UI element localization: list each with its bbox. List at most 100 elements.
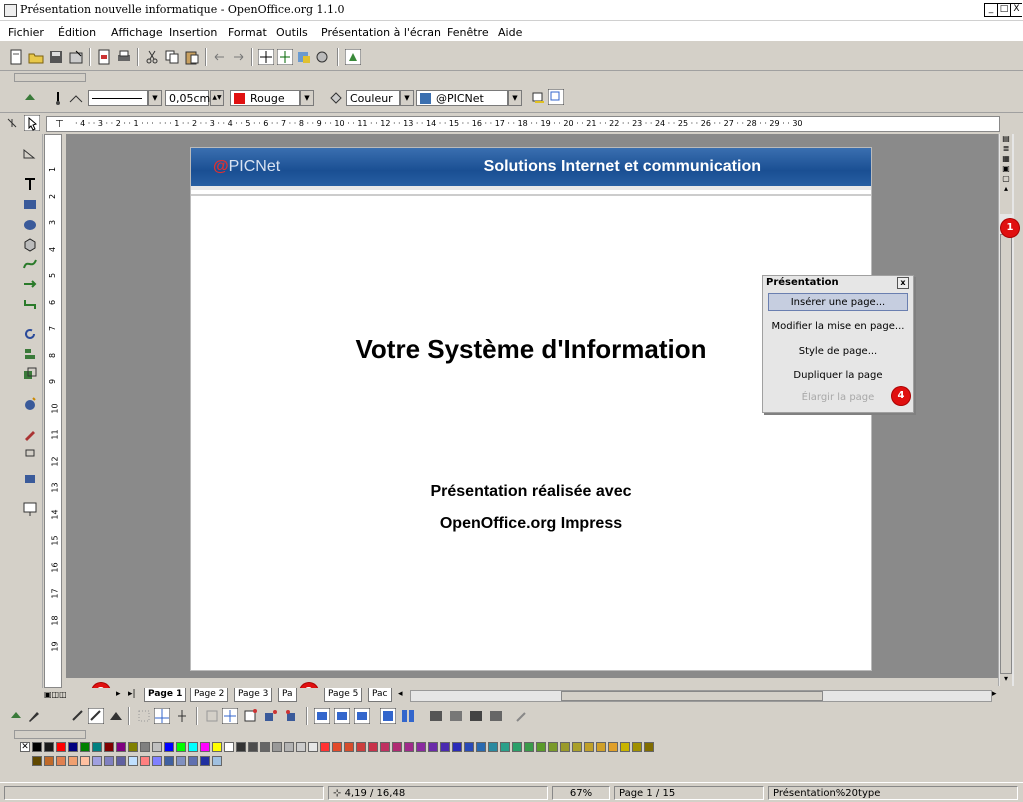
palette-color-swatch[interactable]: [260, 742, 270, 752]
quality-bw-icon[interactable]: [468, 708, 484, 724]
palette-color-swatch[interactable]: [92, 756, 102, 766]
undo-icon[interactable]: [212, 49, 228, 65]
menu-item-style-de-page[interactable]: Style de page...: [768, 343, 908, 361]
palette-color-swatch[interactable]: [464, 742, 474, 752]
palette-color-swatch[interactable]: [80, 756, 90, 766]
line-style-dropdown-button[interactable]: ▼: [148, 90, 162, 106]
slide-subtitle-2[interactable]: OpenOffice.org Impress: [191, 515, 871, 533]
menu-insertion[interactable]: Insertion: [169, 26, 217, 39]
line-color-select[interactable]: Rouge: [230, 90, 300, 106]
palette-color-swatch[interactable]: [320, 742, 330, 752]
palette-color-swatch[interactable]: [128, 756, 138, 766]
status-zoom[interactable]: 67%: [552, 786, 610, 800]
guides-icon[interactable]: [174, 708, 190, 724]
palette-color-swatch[interactable]: [368, 742, 378, 752]
curve-tool-icon[interactable]: [22, 256, 38, 272]
palette-color-swatch[interactable]: [308, 742, 318, 752]
interaction-tool-icon[interactable]: [22, 446, 38, 462]
menu-item-modifier-mise-en-page[interactable]: Modifier la mise en page...: [768, 318, 908, 336]
menu-item-dupliquer-page[interactable]: Dupliquer la page: [768, 367, 908, 385]
minimize-button[interactable]: _: [984, 3, 998, 17]
edit-file-icon[interactable]: [68, 49, 84, 65]
shadow-icon[interactable]: [530, 90, 546, 106]
palette-color-swatch[interactable]: [56, 742, 66, 752]
palette-color-swatch[interactable]: [176, 742, 186, 752]
palette-color-swatch[interactable]: [596, 742, 606, 752]
palette-color-swatch[interactable]: [548, 742, 558, 752]
scroll-down-arrow[interactable]: ▾: [1000, 674, 1012, 686]
palette-color-swatch[interactable]: [560, 742, 570, 752]
palette-color-swatch[interactable]: [164, 756, 174, 766]
palette-color-swatch[interactable]: [392, 742, 402, 752]
navigator-icon[interactable]: [277, 49, 293, 65]
snap-lines-icon[interactable]: [154, 708, 170, 724]
area-fill-bucket-icon[interactable]: [328, 90, 344, 106]
connector-tool-icon[interactable]: [22, 296, 38, 312]
export-pdf-icon[interactable]: [96, 49, 112, 65]
line-tool-icon[interactable]: [22, 276, 38, 292]
palette-color-swatch[interactable]: [32, 756, 42, 766]
crop-icon[interactable]: [88, 708, 104, 724]
zoom-tool-icon[interactable]: [22, 146, 38, 162]
palette-color-swatch[interactable]: [212, 756, 222, 766]
palette-color-swatch[interactable]: [44, 742, 54, 752]
menu-presentation-ecran[interactable]: Présentation à l'écran: [321, 26, 441, 39]
palette-color-swatch[interactable]: [116, 742, 126, 752]
palette-color-swatch[interactable]: [68, 742, 78, 752]
print-icon[interactable]: [116, 49, 132, 65]
tab-page-6[interactable]: Pac: [368, 688, 392, 702]
app-icon[interactable]: [4, 4, 17, 17]
line-width-spinner[interactable]: ▲▼: [210, 90, 224, 106]
redo-icon[interactable]: [230, 49, 246, 65]
snap-points-icon[interactable]: [262, 708, 278, 724]
tab-page-2[interactable]: Page 2: [190, 688, 229, 702]
palette-color-swatch[interactable]: [428, 742, 438, 752]
handles-icon[interactable]: [380, 708, 396, 724]
palette-color-swatch[interactable]: [188, 742, 198, 752]
palette-color-swatch[interactable]: [644, 742, 654, 752]
tab-page-3[interactable]: Page 3: [234, 688, 273, 702]
menu-edition[interactable]: Édition: [58, 26, 96, 39]
palette-color-swatch[interactable]: [200, 742, 210, 752]
menu-format[interactable]: Format: [228, 26, 267, 39]
insert-tool-icon[interactable]: [22, 396, 38, 412]
palette-color-swatch[interactable]: [224, 742, 234, 752]
palette-grip[interactable]: [14, 730, 86, 739]
line-style-select[interactable]: [88, 90, 148, 106]
palette-color-swatch[interactable]: [44, 756, 54, 766]
double-click-text-icon[interactable]: [354, 708, 370, 724]
line-style-icon[interactable]: [50, 90, 66, 106]
arrange-tool-icon[interactable]: [22, 366, 38, 382]
horizontal-ruler[interactable]: ⊤ · 4 · · 3 · · 2 · · 1 · · · · · · 1 · …: [46, 116, 1000, 132]
area-style-select[interactable]: Couleur: [346, 90, 400, 106]
palette-color-swatch[interactable]: [164, 742, 174, 752]
palette-color-swatch[interactable]: [32, 742, 42, 752]
palette-color-swatch[interactable]: [56, 756, 66, 766]
no-fill-swatch[interactable]: ✕: [20, 742, 30, 752]
help-agent-icon[interactable]: [345, 49, 361, 65]
data-sources-icon[interactable]: [314, 49, 330, 65]
palette-color-swatch[interactable]: [68, 756, 78, 766]
eyedropper-tool-icon[interactable]: [22, 471, 38, 487]
palette-color-swatch[interactable]: [500, 742, 510, 752]
grid-dots-icon[interactable]: [136, 708, 152, 724]
line-color-dropdown-button[interactable]: ▼: [300, 90, 314, 106]
gallery-icon[interactable]: [296, 49, 312, 65]
palette-color-swatch[interactable]: [356, 742, 366, 752]
tab-page-4[interactable]: Pa: [278, 688, 297, 702]
palette-color-swatch[interactable]: [524, 742, 534, 752]
palette-color-swatch[interactable]: [284, 742, 294, 752]
menu-item-inserer-page[interactable]: Insérer une page...: [768, 293, 908, 311]
context-menu-close-button[interactable]: x: [897, 277, 909, 289]
palette-color-swatch[interactable]: [152, 742, 162, 752]
vertical-scrollbar[interactable]: ▤ ≣ ▦ ▣ ▢ ▴ ▾: [998, 134, 1014, 686]
alignment-tool-icon[interactable]: [22, 346, 38, 362]
crosshair-icon[interactable]: [258, 49, 274, 65]
palette-color-swatch[interactable]: [380, 742, 390, 752]
palette-color-swatch[interactable]: [536, 742, 546, 752]
ellipse-tool-icon[interactable]: [22, 216, 38, 232]
vertical-ruler[interactable]: 1 2 3 4 5 6 7 8 9 10 11 12 13 14 15 16 17 18 19: [44, 134, 62, 688]
paste-icon[interactable]: [184, 49, 200, 65]
snap-page-icon[interactable]: [222, 708, 238, 724]
text-tool-icon[interactable]: [22, 176, 38, 192]
